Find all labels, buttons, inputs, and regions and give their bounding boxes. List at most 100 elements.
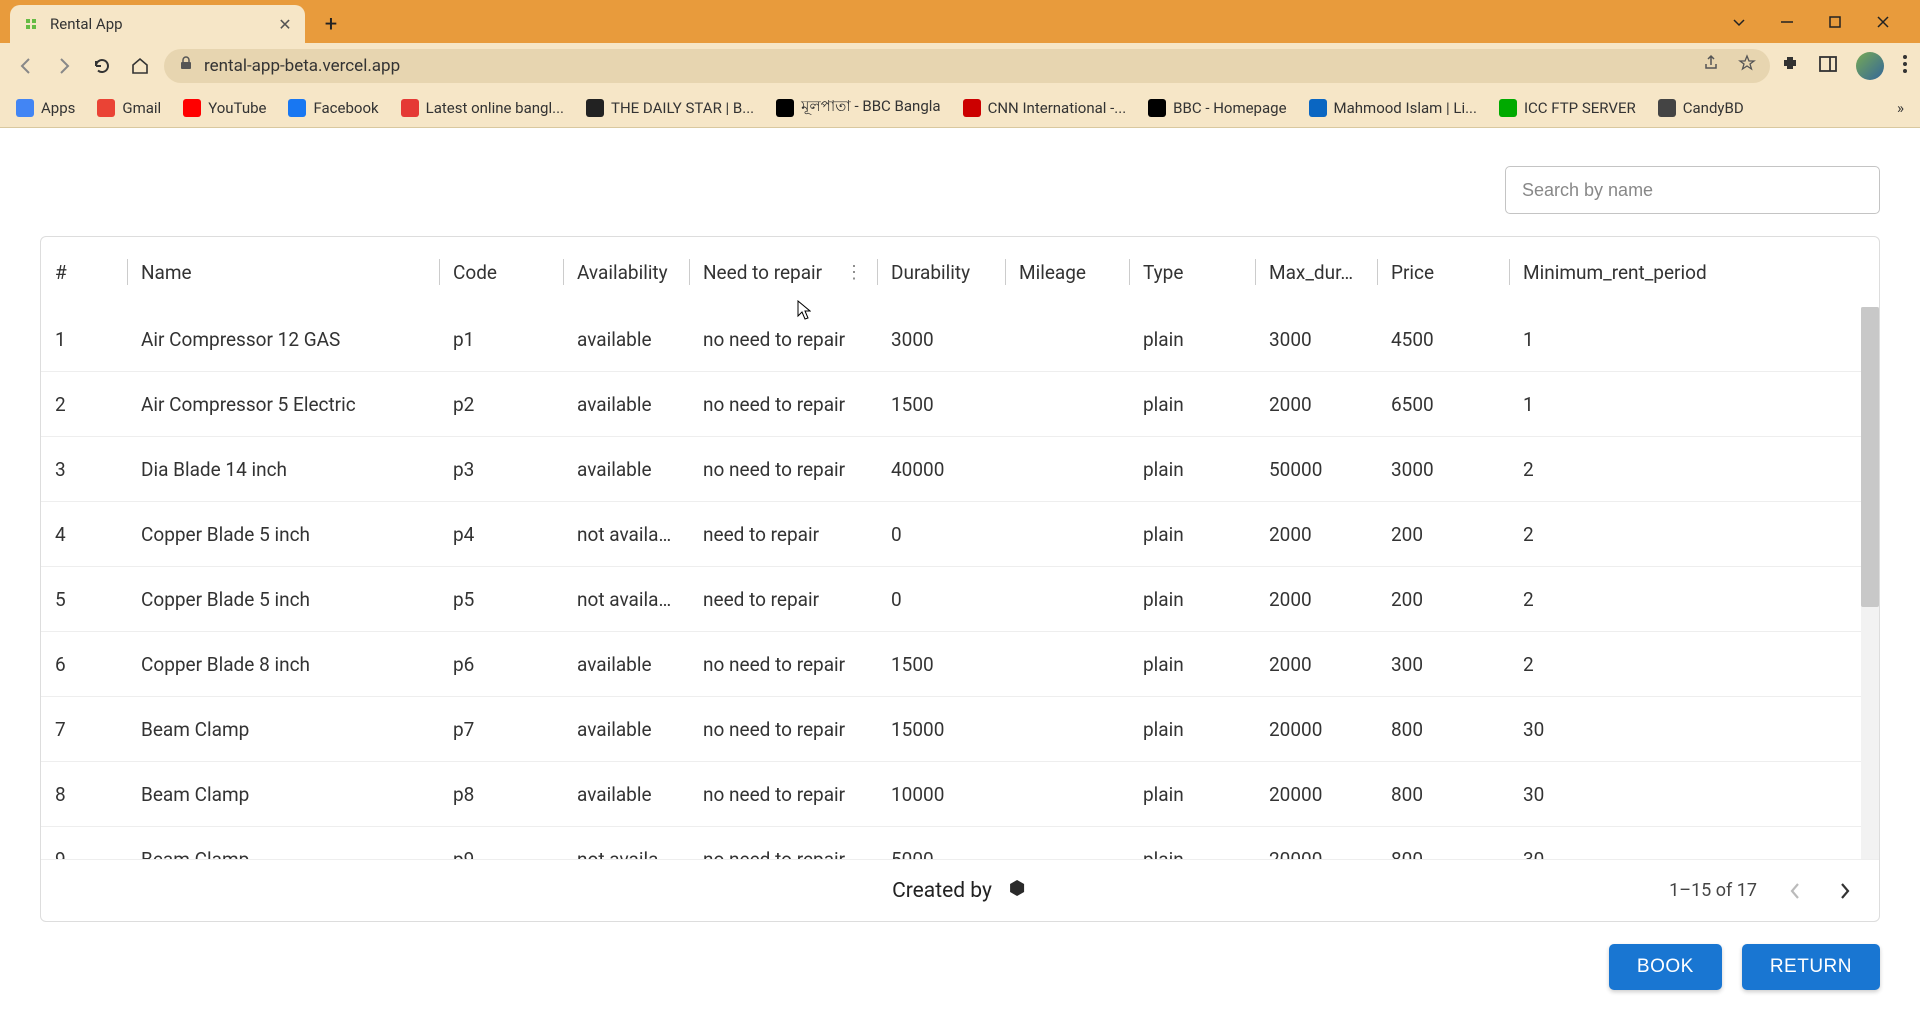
tab-close-icon[interactable]: ✕ xyxy=(277,16,293,32)
extensions-icon[interactable] xyxy=(1780,54,1800,78)
window-maximize-icon[interactable] xyxy=(1826,13,1844,31)
table-row[interactable]: 7Beam Clampp7availableno need to repair1… xyxy=(41,697,1879,762)
bookmark-favicon-icon xyxy=(1499,99,1517,117)
url-text: rental-app-beta.vercel.app xyxy=(204,56,400,76)
bookmark-label: Apps xyxy=(41,99,75,117)
cell-minimum_rent_period: 1 xyxy=(1509,328,1759,351)
window-minimize-icon[interactable] xyxy=(1778,13,1796,31)
cell-durability: 40000 xyxy=(877,458,1005,481)
cell-max_durability: 2000 xyxy=(1255,523,1377,546)
column-header-minimum_rent_period[interactable]: Minimum_rent_period xyxy=(1509,237,1759,307)
cell-code: p7 xyxy=(439,718,563,741)
bookmark-item[interactable]: YouTube xyxy=(183,99,266,117)
browser-tab[interactable]: Rental App ✕ xyxy=(10,5,305,43)
bookmark-favicon-icon xyxy=(401,99,419,117)
cell-need_to_repair: no need to repair xyxy=(689,848,877,860)
cell-price: 6500 xyxy=(1377,393,1509,416)
return-button[interactable]: RETURN xyxy=(1742,944,1880,990)
bookmark-item[interactable]: Latest online bangl... xyxy=(401,99,564,117)
table-row[interactable]: 2Air Compressor 5 Electricp2availableno … xyxy=(41,372,1879,437)
home-button[interactable] xyxy=(126,52,154,80)
scrollbar-thumb[interactable] xyxy=(1861,307,1879,607)
bookmark-item[interactable]: CNN International -... xyxy=(963,99,1127,117)
cell-availability: available xyxy=(563,393,689,416)
table-row[interactable]: 6Copper Blade 8 inchp6availableno need t… xyxy=(41,632,1879,697)
column-header-price[interactable]: Price xyxy=(1377,237,1509,307)
table-row[interactable]: 3Dia Blade 14 inchp3availableno need to … xyxy=(41,437,1879,502)
bookmark-item[interactable]: মূলপাতা - BBC Bangla xyxy=(776,95,940,120)
column-header-code[interactable]: Code xyxy=(439,237,563,307)
column-header-label: Minimum_rent_period xyxy=(1523,261,1707,284)
book-button[interactable]: BOOK xyxy=(1609,944,1722,990)
cell-name: Air Compressor 5 Electric xyxy=(127,393,439,416)
sidebar-icon[interactable] xyxy=(1818,54,1838,78)
cell-idx: 4 xyxy=(41,523,127,546)
scrollbar-track[interactable] xyxy=(1861,307,1879,859)
cell-durability: 5000 xyxy=(877,848,1005,860)
column-header-durability[interactable]: Durability xyxy=(877,237,1005,307)
back-button[interactable] xyxy=(12,52,40,80)
cell-name: Dia Blade 14 inch xyxy=(127,458,439,481)
cell-minimum_rent_period: 30 xyxy=(1509,718,1759,741)
creator-logo-icon xyxy=(1006,877,1028,905)
reload-button[interactable] xyxy=(88,52,116,80)
bookmark-item[interactable]: ICC FTP SERVER xyxy=(1499,99,1636,117)
window-close-icon[interactable] xyxy=(1874,13,1892,31)
bookmark-item[interactable]: Mahmood Islam | Li... xyxy=(1309,99,1477,117)
tab-dropdown-icon[interactable] xyxy=(1730,13,1748,31)
cell-availability: not available xyxy=(563,523,689,546)
cell-max_durability: 50000 xyxy=(1255,458,1377,481)
cell-durability: 1500 xyxy=(877,393,1005,416)
cell-max_durability: 3000 xyxy=(1255,328,1377,351)
kebab-menu-icon[interactable] xyxy=(1902,54,1908,78)
bookmark-label: ICC FTP SERVER xyxy=(1524,99,1636,117)
cell-need_to_repair: no need to repair xyxy=(689,653,877,676)
cell-idx: 5 xyxy=(41,588,127,611)
bookmark-item[interactable]: Facebook xyxy=(288,99,378,117)
column-header-idx[interactable]: # xyxy=(41,237,127,307)
column-separator xyxy=(689,259,690,285)
bookmark-item[interactable]: THE DAILY STAR | B... xyxy=(586,99,754,117)
bookmark-item[interactable]: BBC - Homepage xyxy=(1148,99,1286,117)
table-row[interactable]: 9Beam Clampp9not availableno need to rep… xyxy=(41,827,1879,859)
profile-avatar[interactable] xyxy=(1856,52,1884,80)
table-row[interactable]: 4Copper Blade 5 inchp4not availableneed … xyxy=(41,502,1879,567)
search-input[interactable] xyxy=(1505,166,1880,214)
bookmark-favicon-icon xyxy=(1309,99,1327,117)
cell-availability: available xyxy=(563,783,689,806)
table-row[interactable]: 1Air Compressor 12 GASp1availableno need… xyxy=(41,307,1879,372)
cell-price: 4500 xyxy=(1377,328,1509,351)
table-row[interactable]: 8Beam Clampp8availableno need to repair1… xyxy=(41,762,1879,827)
column-menu-icon[interactable]: ⋮ xyxy=(845,262,863,283)
bookmark-favicon-icon xyxy=(776,99,794,117)
bookmarks-overflow-icon[interactable]: » xyxy=(1897,99,1904,117)
column-header-name[interactable]: Name xyxy=(127,237,439,307)
column-separator xyxy=(1005,259,1006,285)
star-icon[interactable] xyxy=(1738,54,1756,77)
cell-minimum_rent_period: 30 xyxy=(1509,783,1759,806)
bookmark-favicon-icon xyxy=(1148,99,1166,117)
bookmark-item[interactable]: Gmail xyxy=(97,99,161,117)
new-tab-button[interactable]: + xyxy=(315,8,347,40)
cell-idx: 9 xyxy=(41,848,127,860)
cell-type: plain xyxy=(1129,328,1255,351)
cell-type: plain xyxy=(1129,458,1255,481)
column-header-mileage[interactable]: Mileage xyxy=(1005,237,1129,307)
column-header-type[interactable]: Type xyxy=(1129,237,1255,307)
bookmark-item[interactable]: Apps xyxy=(16,99,75,117)
cell-idx: 1 xyxy=(41,328,127,351)
forward-button[interactable] xyxy=(50,52,78,80)
bookmark-label: THE DAILY STAR | B... xyxy=(611,99,754,117)
prev-page-button[interactable] xyxy=(1783,879,1807,903)
next-page-button[interactable] xyxy=(1833,879,1857,903)
table-row[interactable]: 5Copper Blade 5 inchp5not availableneed … xyxy=(41,567,1879,632)
column-header-need_to_repair[interactable]: Need to repair⋮ xyxy=(689,237,877,307)
cell-idx: 2 xyxy=(41,393,127,416)
share-icon[interactable] xyxy=(1702,54,1720,77)
bookmark-item[interactable]: CandyBD xyxy=(1658,99,1744,117)
column-header-availability[interactable]: Availability xyxy=(563,237,689,307)
browser-toolbar: rental-app-beta.vercel.app xyxy=(0,43,1920,88)
column-header-max_durability[interactable]: Max_dur… xyxy=(1255,237,1377,307)
column-separator xyxy=(439,259,440,285)
address-bar[interactable]: rental-app-beta.vercel.app xyxy=(164,49,1770,83)
